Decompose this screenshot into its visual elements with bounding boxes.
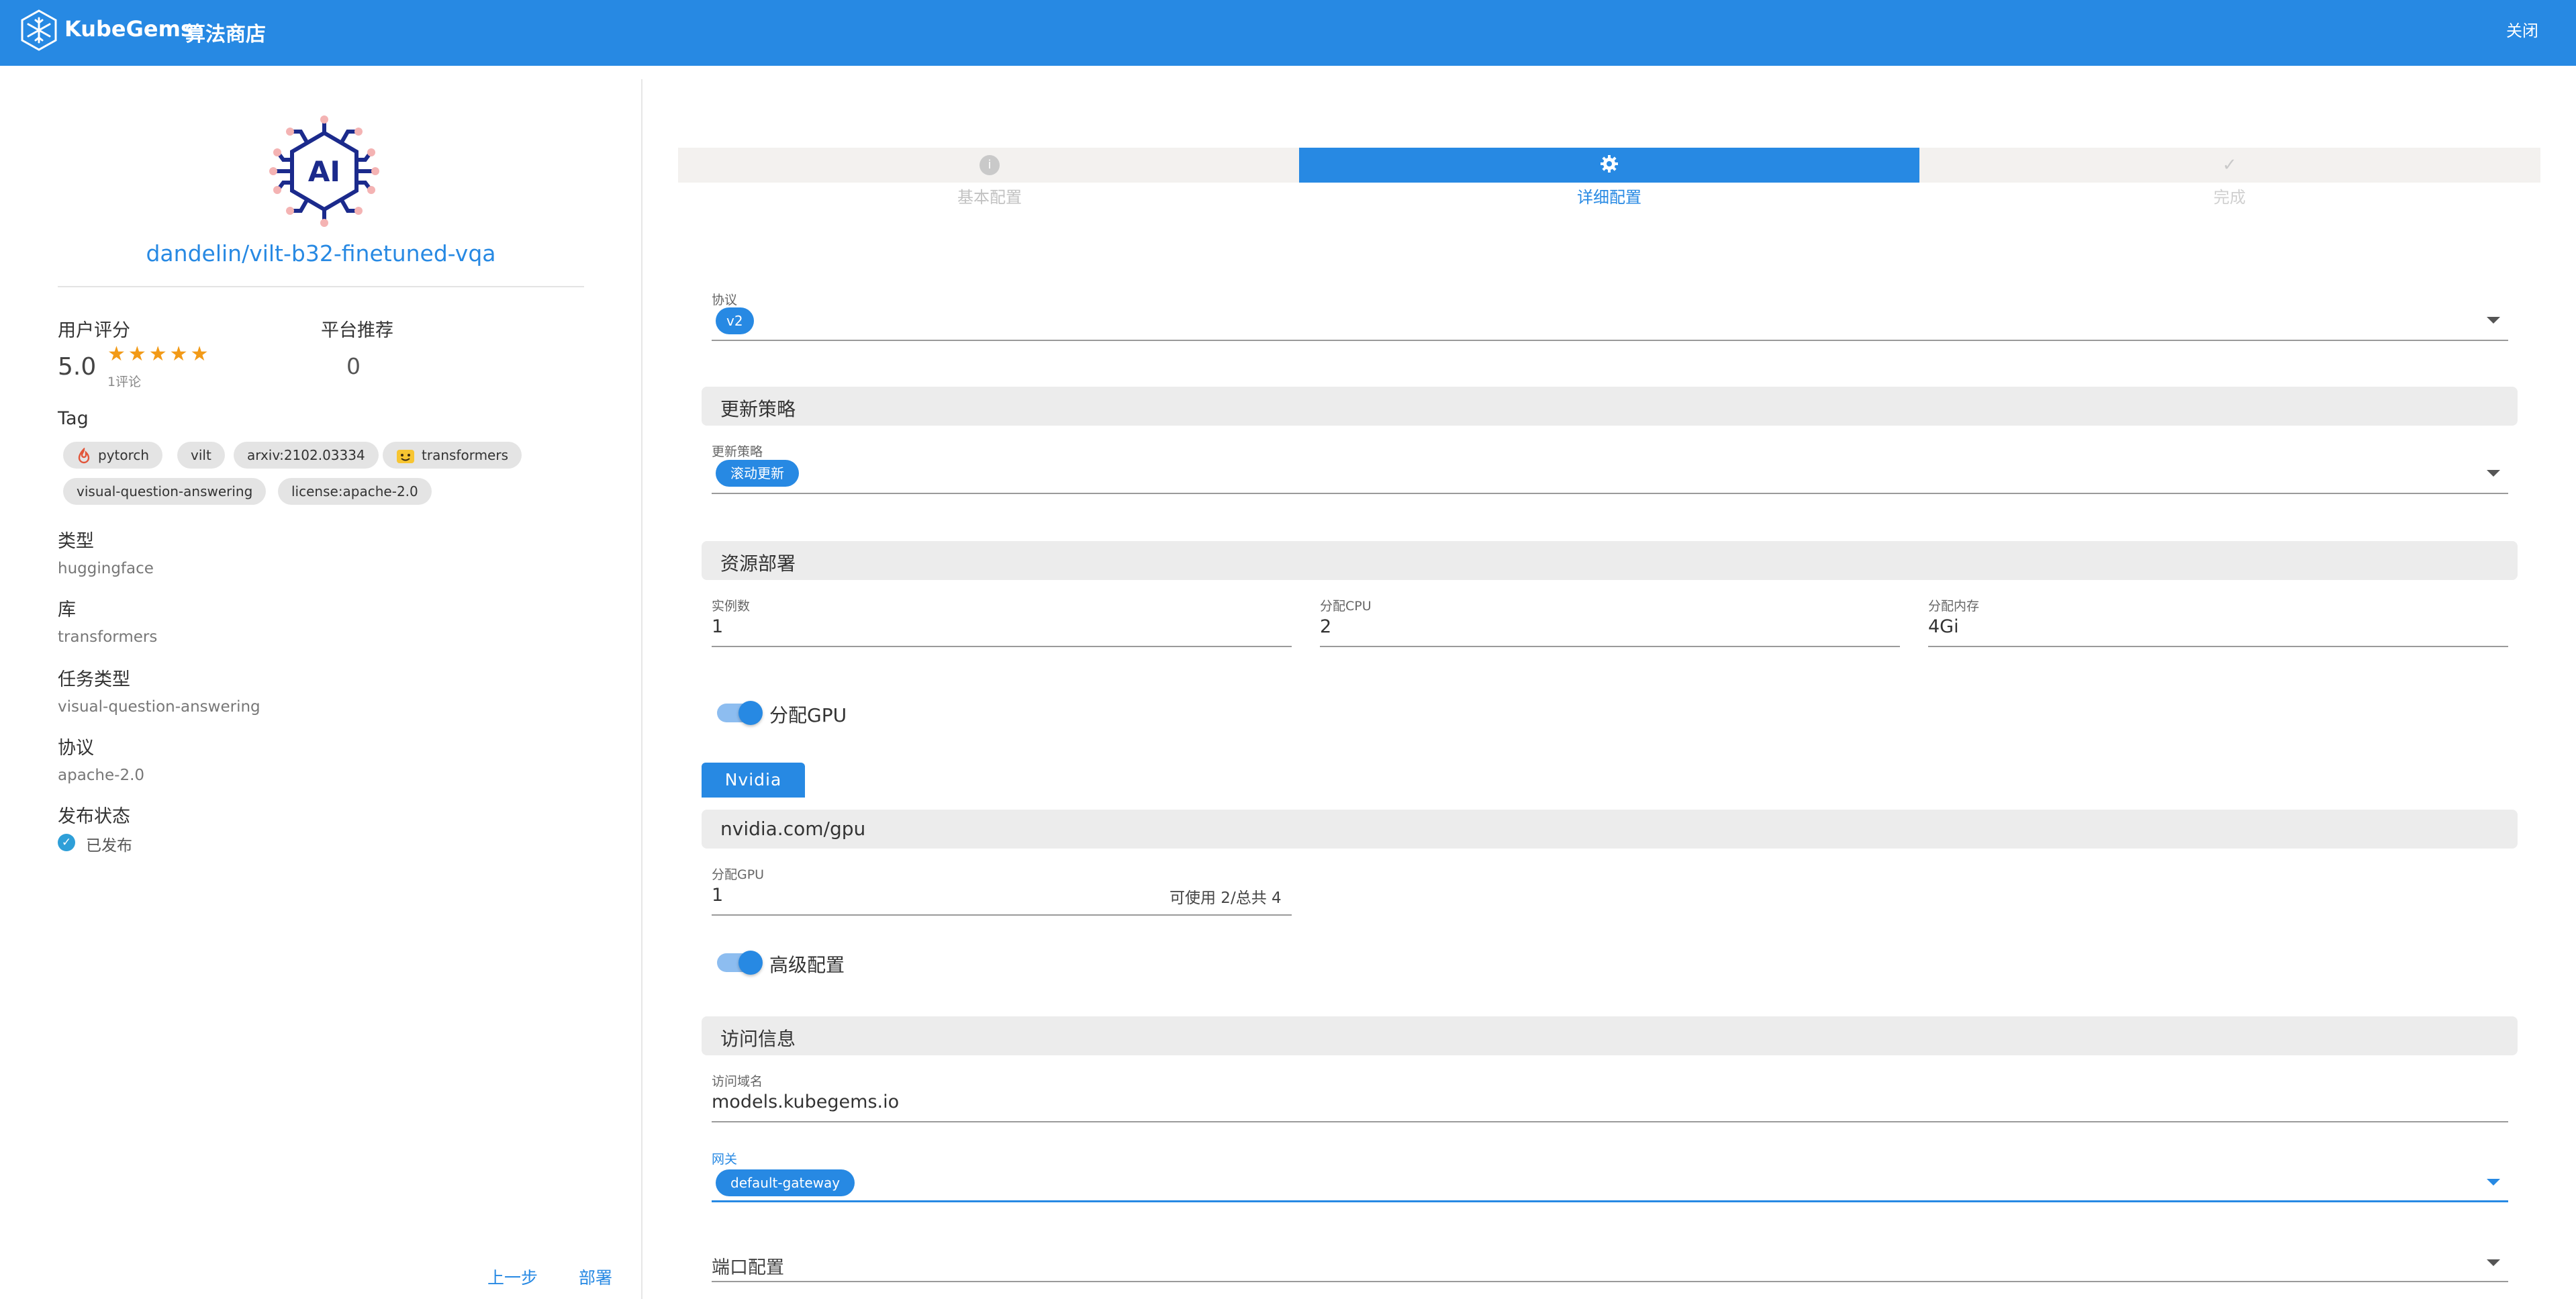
tag-chip[interactable]: vilt [177,442,225,469]
domain-underline [712,1121,2508,1122]
license-value: apache-2.0 [58,767,145,784]
task-label: 任务类型 [58,669,130,690]
chevron-down-icon[interactable] [2487,470,2500,477]
resource-section-bar: 资源部署 [702,541,2518,580]
prev-step-button[interactable]: 上一步 [487,1265,538,1289]
gateway-select[interactable] [712,1200,2508,1202]
gpu-resource-title: nvidia.com/gpu [720,818,866,840]
tag-chip-label: transformers [422,447,508,463]
gpu-resource-bar: nvidia.com/gpu [702,810,2518,849]
replicas-label: 实例数 [712,599,751,614]
publish-status: 已发布 [86,837,132,855]
protocol-select[interactable] [712,340,2508,341]
tag-chip[interactable]: pytorch [63,442,163,469]
tag-chip[interactable]: arxiv:2102.03334 [234,442,379,469]
type-value: huggingface [58,560,154,577]
gpu-available-hint: 可使用 2/总共 4 [1170,889,1282,907]
flame-icon [78,447,90,463]
tag-chip-label: license:apache-2.0 [291,483,418,499]
info-icon: i [980,155,1000,175]
tag-chip[interactable]: transformers [383,442,522,469]
library-value: transformers [58,628,158,646]
step-detail[interactable]: 详细配置 [1509,184,1710,207]
cpu-underline [1320,646,1900,647]
library-label: 库 [58,599,76,620]
model-title: dandelin/vilt-b32-finetuned-vqa [146,240,496,267]
top-bar: KubeGems 算法商店 关闭 [0,0,2576,66]
advanced-toggle-label: 高级配置 [769,954,845,976]
star-rating-icon: ★★★★★ [107,342,211,366]
update-select-chip[interactable]: 滚动更新 [716,460,799,487]
tag-chip-label: pytorch [98,447,150,463]
task-value: visual-question-answering [58,698,260,716]
check-circle-icon: ✓ [58,834,75,851]
cpu-input[interactable]: 2 [1320,616,1331,637]
recommend-label: 平台推荐 [321,320,393,341]
recommend-value: 0 [346,353,361,379]
license-label: 协议 [58,738,94,759]
memory-input[interactable]: 4Gi [1928,616,1959,637]
rating-value: 5.0 [58,353,97,381]
brand-name: KubeGems [64,16,193,42]
access-section-bar: 访问信息 [702,1016,2518,1055]
ai-chip-icon: AI [269,115,379,227]
toggle-knob [738,701,763,725]
gear-icon [1601,155,1618,173]
publish-label: 发布状态 [58,806,130,827]
close-button[interactable]: 关闭 [2506,17,2538,41]
title-divider [58,286,584,287]
memory-underline [1928,646,2508,647]
port-config-label: 端口配置 [712,1257,784,1278]
gpu-underline [712,914,1292,916]
hugging-face-icon [397,449,414,463]
chevron-down-icon[interactable] [2487,1179,2500,1186]
update-section-title: 更新策略 [720,398,796,420]
update-select[interactable] [712,493,2508,494]
gpu-label: 分配GPU [712,867,765,882]
tag-chip[interactable]: visual-question-answering [63,478,267,505]
domain-input[interactable]: models.kubegems.io [712,1092,899,1112]
chevron-down-icon[interactable] [2487,1259,2500,1266]
toggle-knob [738,951,763,975]
rating-label: 用户评分 [58,320,130,341]
replicas-underline [712,646,1292,647]
step-done[interactable]: 完成 [2129,184,2330,207]
gpu-toggle-label: 分配GPU [769,704,847,726]
brand-subtitle: 算法商店 [185,23,266,46]
replicas-input[interactable]: 1 [712,616,723,637]
gpu-input[interactable]: 1 [712,885,723,906]
review-count[interactable]: 1评论 [107,372,141,390]
update-section-bar: 更新策略 [702,387,2518,426]
tag-chip-label: arxiv:2102.03334 [247,447,365,463]
tab-nvidia[interactable]: Nvidia [702,763,805,798]
protocol-label: 协议 [712,293,738,307]
deploy-button[interactable]: 部署 [579,1265,612,1289]
domain-label: 访问域名 [712,1074,763,1089]
check-icon: ✓ [2222,155,2237,175]
tag-chip[interactable]: license:apache-2.0 [278,478,432,505]
resource-section-title: 资源部署 [720,552,796,575]
tag-label: Tag [58,408,89,429]
port-config-select[interactable] [712,1281,2508,1282]
panel-divider [641,79,642,1299]
type-label: 类型 [58,531,94,552]
cpu-label: 分配CPU [1320,599,1372,614]
tag-chip-label: vilt [191,447,211,463]
chevron-down-icon[interactable] [2487,317,2500,324]
access-section-title: 访问信息 [720,1028,796,1050]
memory-label: 分配内存 [1928,599,1980,614]
update-label: 更新策略 [712,444,763,459]
gateway-label: 网关 [712,1152,738,1167]
protocol-select-chip[interactable]: v2 [716,307,754,334]
gateway-select-chip[interactable]: default-gateway [716,1169,855,1196]
kubegems-logo-icon [21,9,57,51]
step-basic[interactable]: 基本配置 [889,184,1090,207]
ai-logo-text: AI [308,155,340,188]
tag-chip-label: visual-question-answering [77,483,253,499]
